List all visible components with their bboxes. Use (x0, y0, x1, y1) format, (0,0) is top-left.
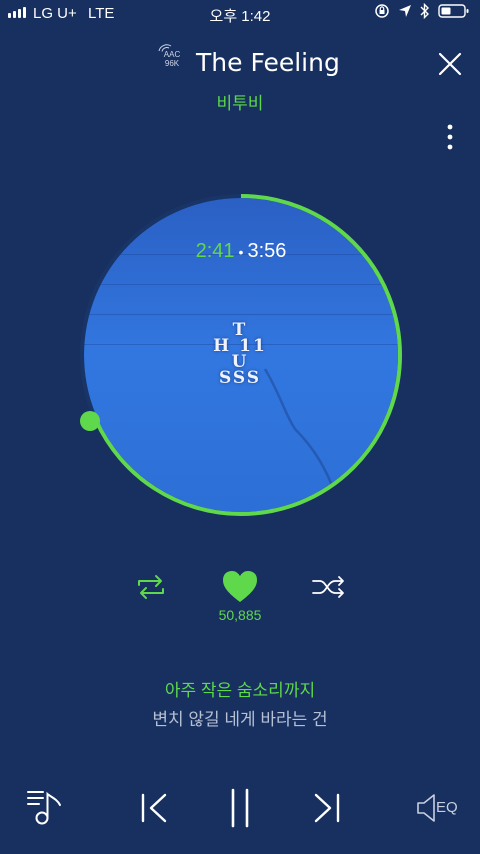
album-art-logo: T H 11 U SSS (205, 322, 275, 388)
next-track-icon[interactable] (310, 790, 342, 826)
codec-bitrate: 96K (164, 59, 180, 68)
like-count: 50,885 (218, 607, 262, 623)
codec-badge: AAC 96K (158, 50, 186, 68)
total-time: 3:56 (247, 240, 287, 262)
time-display: 2:41 • 3:56 (80, 240, 402, 263)
like-heart-icon[interactable] (222, 570, 258, 604)
eq-label[interactable]: EQ (436, 799, 458, 816)
lyric-current-line[interactable]: 아주 작은 숨소리까지 (0, 676, 480, 701)
more-options-icon[interactable] (444, 122, 456, 152)
playlist-icon[interactable] (26, 787, 66, 827)
album-art-line2: H 11 U (213, 336, 267, 372)
time-separator: • (238, 243, 244, 260)
battery-icon (438, 4, 469, 18)
previous-track-icon[interactable] (139, 790, 171, 826)
location-icon (399, 5, 411, 17)
album-art-line3: SSS (218, 368, 262, 388)
rotation-lock-icon (375, 4, 389, 18)
codec-format: AAC (163, 50, 181, 59)
bluetooth-icon (420, 3, 429, 19)
repeat-icon[interactable] (134, 572, 168, 602)
artist-name[interactable]: 비투비 (0, 89, 480, 114)
lyric-next-line[interactable]: 변치 않길 네게 바라는 건 (0, 705, 480, 730)
close-icon[interactable] (436, 50, 464, 78)
shuffle-icon[interactable] (311, 572, 347, 602)
status-bar: LG U+ LTE 오후 1:42 (0, 0, 480, 28)
pause-icon[interactable] (226, 787, 254, 829)
song-title: The Feeling (196, 48, 340, 77)
elapsed-time: 2:41 (195, 240, 235, 262)
